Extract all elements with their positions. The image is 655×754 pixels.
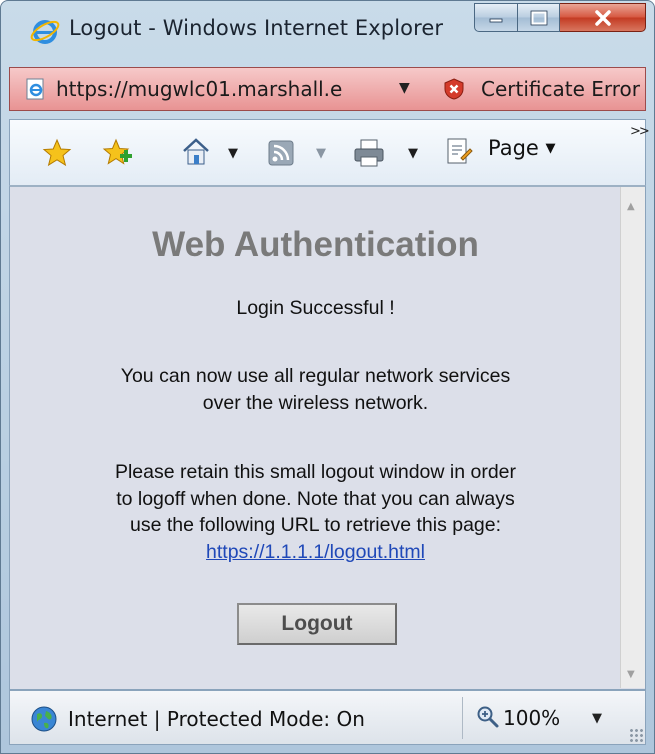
feeds-icon[interactable] (268, 140, 294, 166)
web-page-content: Web Authentication Login Successful ! Yo… (9, 185, 646, 690)
caption-buttons (474, 3, 646, 33)
close-icon (594, 9, 611, 26)
page-menu-label: Page (488, 136, 539, 160)
zoom-magnifier-icon[interactable] (476, 705, 500, 729)
certificate-error-icon[interactable] (442, 77, 466, 101)
browser-window: Logout - Windows Internet Explorer https… (0, 0, 655, 754)
retain-message-line-2: to logoff when done. Note that you can a… (116, 487, 515, 510)
scroll-up-icon[interactable]: ▲ (627, 201, 635, 212)
toolbar-overflow-chevron-icon[interactable]: >> (630, 124, 650, 139)
zoom-level[interactable]: 100% (503, 706, 560, 730)
retain-message-line-3: use the following URL to retrieve this p… (129, 514, 502, 536)
print-dropdown-icon[interactable]: ▼ (408, 146, 418, 161)
internet-explorer-icon (30, 20, 60, 44)
maximize-icon (530, 10, 547, 25)
network-message-line-2: over the wireless network. (202, 391, 429, 414)
logout-url-link[interactable]: https://1.1.1.1/logout.html (206, 541, 425, 563)
minimize-icon (489, 18, 503, 22)
address-bar[interactable]: https://mugwlc01.marshall.e ▼ Certificat… (9, 67, 646, 111)
title-bar[interactable]: Logout - Windows Internet Explorer (1, 1, 654, 61)
page-dropdown-icon: ▼ (545, 141, 556, 156)
security-zone-status[interactable]: Internet | Protected Mode: On (68, 707, 365, 731)
page-document: Web Authentication Login Successful ! Yo… (10, 187, 621, 688)
page-menu[interactable]: Page ▼ (488, 136, 556, 160)
retain-window-message: Please retain this small logout window i… (10, 459, 621, 565)
internet-zone-globe-icon (31, 706, 57, 732)
network-services-message: You can now use all regular network serv… (10, 363, 621, 416)
scroll-down-icon[interactable]: ▼ (627, 669, 635, 680)
page-heading: Web Authentication (152, 225, 479, 264)
status-separator (462, 697, 463, 739)
network-message-line-1: You can now use all regular network serv… (120, 365, 511, 387)
url-field[interactable]: https://mugwlc01.marshall.e (56, 77, 342, 101)
print-icon[interactable] (352, 138, 386, 168)
ie-page-icon (26, 78, 44, 100)
url-dropdown-icon[interactable]: ▼ (399, 80, 410, 96)
feeds-dropdown-icon[interactable]: ▼ (316, 146, 326, 161)
home-icon[interactable] (180, 136, 212, 168)
page-icon[interactable] (444, 136, 474, 168)
home-dropdown-icon[interactable]: ▼ (228, 146, 238, 161)
maximize-button[interactable] (518, 3, 560, 32)
certificate-error-label[interactable]: Certificate Error (481, 77, 640, 101)
zoom-dropdown-icon[interactable]: ▼ (592, 711, 602, 726)
resize-grip[interactable] (629, 728, 643, 742)
minimize-button[interactable] (474, 3, 518, 32)
retain-message-line-1: Please retain this small logout window i… (114, 461, 517, 483)
logout-button[interactable]: Logout (237, 603, 397, 645)
favorites-star-icon[interactable] (42, 138, 72, 168)
login-success-message: Login Successful ! (236, 297, 395, 319)
vertical-scrollbar[interactable]: ▲ ▼ (620, 187, 645, 688)
window-title: Logout - Windows Internet Explorer (69, 16, 444, 40)
close-button[interactable] (560, 3, 646, 32)
command-bar: ▼ ▼ ▼ Page ▼ >> (9, 119, 650, 185)
add-favorites-icon[interactable] (102, 138, 134, 168)
status-bar: Internet | Protected Mode: On 100% ▼ (9, 690, 646, 745)
